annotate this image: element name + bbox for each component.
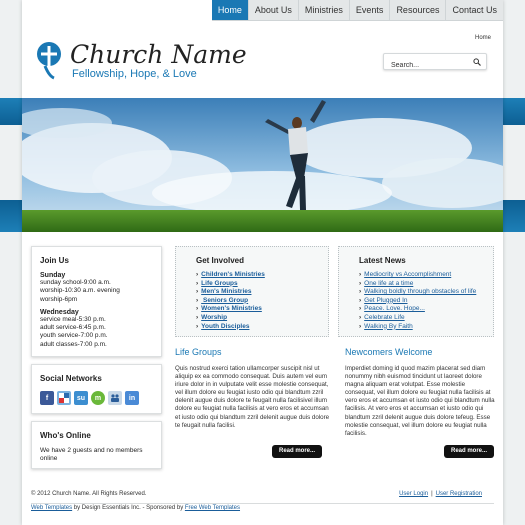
list-item: Youth Disciples (196, 323, 318, 332)
main-nav: Home About Us Ministries Events Resource… (211, 0, 503, 21)
social-networks-card: Social Networks f su m in (31, 364, 162, 414)
get-involved-link[interactable]: Women's Ministries (201, 305, 262, 312)
facebook-icon[interactable]: f (40, 391, 54, 405)
latest-news-list: Mediocrity vs Accomplishment One life at… (359, 271, 483, 331)
footer-divider (31, 503, 494, 504)
free-web-templates-link[interactable]: Free Web Templates (185, 505, 240, 511)
get-involved-box: Get Involved Children's Ministries Life … (175, 246, 329, 337)
schedule-line: youth service-7:00 p.m. (40, 332, 108, 340)
get-involved-title: Get Involved (196, 256, 245, 265)
life-groups-read-more-button[interactable]: Read more... (272, 445, 322, 458)
wednesday-schedule: Wednesday service meal-5:30 p.m. adult s… (40, 309, 153, 349)
hero-banner (22, 98, 503, 232)
stumbleupon-icon[interactable]: su (74, 391, 88, 405)
list-item: Men's Ministries (196, 288, 318, 297)
list-item: Worship (196, 314, 318, 323)
nav-item-resources[interactable]: Resources (389, 0, 445, 20)
nav-item-events[interactable]: Events (348, 0, 390, 20)
breadcrumb[interactable]: Home (475, 35, 491, 41)
newcomers-title: Newcomers Welcome (345, 347, 433, 357)
join-us-card: Join Us Sunday sunday school-9:00 a.m. w… (31, 246, 162, 357)
church-logo-icon (37, 42, 61, 80)
news-link[interactable]: Walking By Faith (364, 323, 413, 330)
search-input[interactable] (384, 58, 464, 73)
list-item: One life at a time (359, 280, 483, 289)
news-link[interactable]: Celebrate Life (364, 314, 404, 321)
get-involved-list: Children's Ministries Life Groups Men's … (196, 271, 318, 331)
schedule-line: service meal-5:30 p.m. (40, 315, 106, 323)
list-item: Celebrate Life (359, 314, 483, 323)
list-item: Mediocrity vs Accomplishment (359, 271, 483, 280)
latest-news-title: Latest News (359, 256, 406, 265)
footer-credit-text: by Design Essentials Inc. - Sponsored by (72, 505, 185, 511)
mixx-icon[interactable]: m (91, 391, 105, 405)
newcomers-read-more-button[interactable]: Read more... (444, 445, 494, 458)
nav-item-contact-us[interactable]: Contact Us (445, 0, 503, 20)
web-templates-link[interactable]: Web Templates (31, 505, 72, 511)
footer-links: User Login | User Registration (399, 491, 482, 497)
social-icons: f su m in (40, 391, 153, 405)
schedule-line: sunday school-9:00 a.m. (40, 279, 111, 286)
list-item: Life Groups (196, 280, 318, 289)
user-login-link[interactable]: User Login (399, 491, 428, 497)
schedule-line: adult service-6:45 p.m. (40, 324, 106, 332)
schedule-line: worship-10:30 a.m. evening (40, 287, 120, 295)
search-icon[interactable] (473, 58, 481, 66)
get-involved-link[interactable]: Life Groups (201, 280, 237, 287)
delicious-icon[interactable] (57, 391, 71, 405)
get-involved-link[interactable]: Children's Ministries (201, 271, 265, 278)
church-tagline: Fellowship, Hope, & Love (72, 68, 197, 80)
social-networks-title: Social Networks (40, 374, 102, 383)
whos-online-text: online (40, 455, 58, 462)
sunday-schedule: Sunday sunday school-9:00 a.m. worship-1… (40, 272, 153, 304)
news-link[interactable]: Mediocrity vs Accomplishment (364, 271, 451, 278)
schedule-line: worship-6pm (40, 295, 78, 303)
hero-image (22, 98, 503, 232)
wednesday-title: Wednesday (40, 308, 79, 316)
footer-credit: Web Templates by Design Essentials Inc. … (31, 505, 240, 511)
newcomers-section: Newcomers Welcome Imperdiet doming id qu… (345, 347, 495, 438)
latest-news-box: Latest News Mediocrity vs Accomplishment… (338, 246, 494, 337)
church-name: Church Name (70, 40, 247, 69)
news-link[interactable]: Peace. Love. Hope... (364, 305, 425, 312)
myspace-icon[interactable] (108, 391, 122, 405)
get-involved-link[interactable]: Seniors Group (201, 297, 248, 304)
list-item: Peace. Love. Hope... (359, 305, 483, 314)
get-involved-link[interactable]: Worship (201, 314, 227, 321)
sunday-title: Sunday (40, 272, 66, 279)
user-registration-link[interactable]: User Registration (436, 491, 482, 497)
nav-item-ministries[interactable]: Ministries (297, 0, 349, 20)
whos-online-card: Who's Online We have 2 guests and no mem… (31, 421, 162, 469)
linkedin-icon[interactable]: in (125, 391, 139, 405)
list-item: Women's Ministries (196, 305, 318, 314)
schedule-line: adult classes-7:00 p.m. (40, 340, 107, 348)
whos-online-text: We have 2 guests and no members (40, 447, 143, 454)
get-involved-link[interactable]: Youth Disciples (201, 323, 249, 330)
list-item: Walking By Faith (359, 323, 483, 332)
news-link[interactable]: Get Plugged In (364, 297, 407, 304)
news-link[interactable]: One life at a time (364, 280, 413, 287)
nav-item-about-us[interactable]: About Us (247, 0, 298, 20)
search-box (383, 53, 487, 73)
footer-separator: | (431, 491, 433, 497)
life-groups-title: Life Groups (175, 347, 222, 357)
list-item: Get Plugged In (359, 297, 483, 306)
page-container: Home About Us Ministries Events Resource… (22, 0, 503, 525)
whos-online-title: Who's Online (40, 431, 91, 440)
newcomers-text: Imperdiet doming id quod mazim placerat … (345, 365, 495, 437)
list-item: Walking boldly through obstacles of life (359, 288, 483, 297)
get-involved-link[interactable]: Men's Ministries (201, 288, 251, 295)
life-groups-text: Quis nostrud exerci tation ullamcorper s… (175, 365, 330, 429)
life-groups-section: Life Groups Quis nostrud exerci tation u… (175, 347, 333, 430)
news-link[interactable]: Walking boldly through obstacles of life (364, 288, 476, 295)
footer-copyright: © 2012 Church Name. All Rights Reserved. (31, 491, 147, 497)
list-item: Children's Ministries (196, 271, 318, 280)
list-item: Seniors Group (196, 297, 318, 306)
join-us-title: Join Us (40, 256, 69, 265)
nav-item-home[interactable]: Home (211, 0, 248, 20)
